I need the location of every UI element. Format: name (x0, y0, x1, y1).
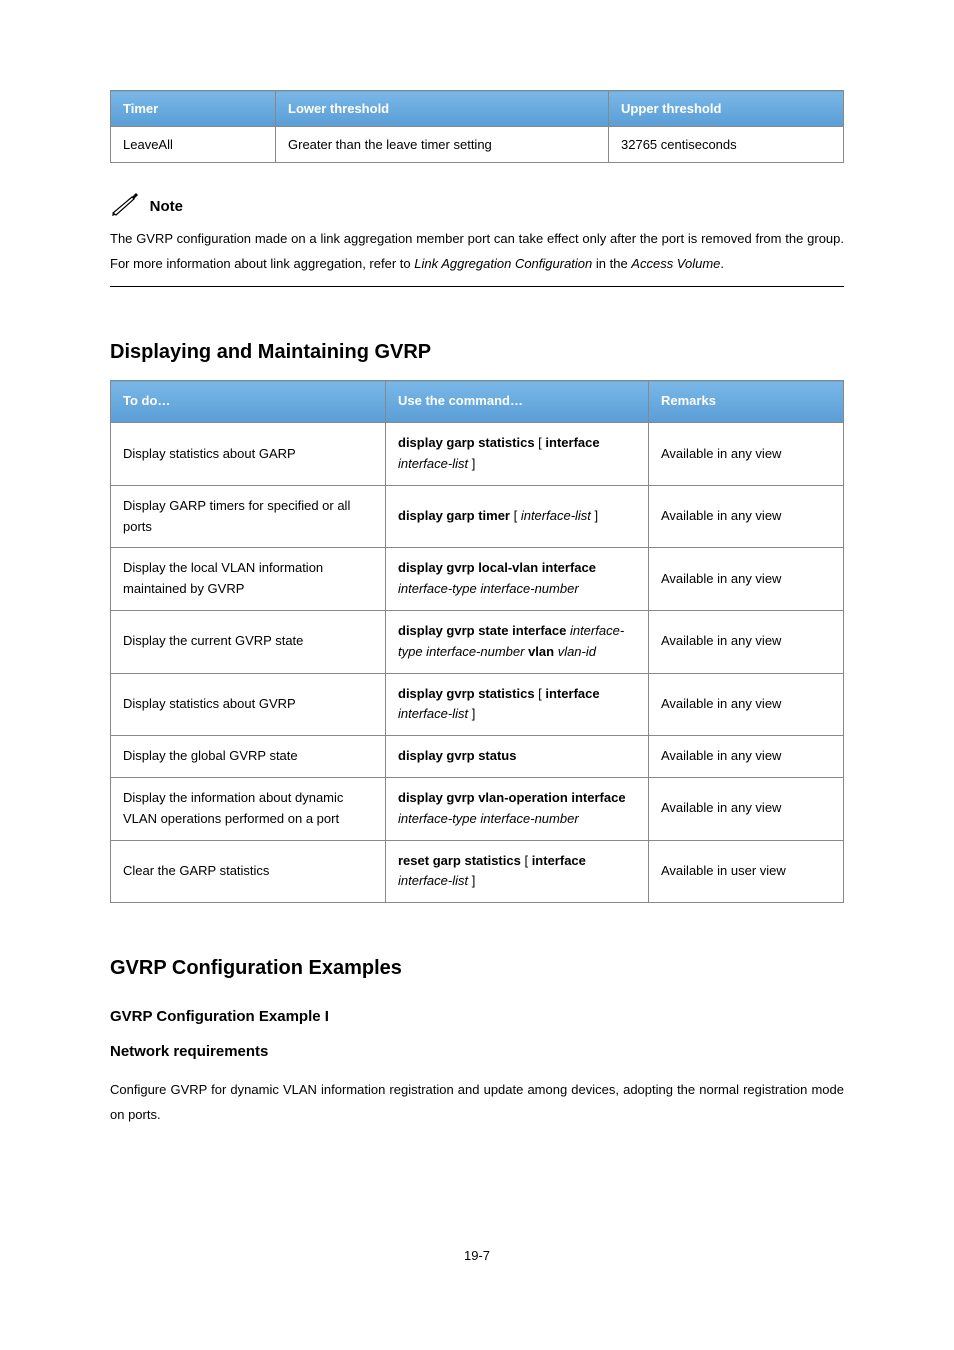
cmd-open: [ (510, 508, 521, 523)
th-remarks: Remarks (649, 381, 844, 423)
cell-todo: Display the global GVRP state (111, 736, 386, 778)
note-label: Note (150, 198, 183, 215)
cmd-bold: reset garp statistics (398, 853, 521, 868)
page-number: 19-7 (110, 1248, 844, 1263)
cell-command: display gvrp local-vlan interface interf… (386, 548, 649, 611)
cell-todo: Display statistics about GVRP (111, 673, 386, 736)
cmd-arg: interface-list (521, 508, 591, 523)
table-row: LeaveAll Greater than the leave timer se… (111, 127, 844, 163)
cmd-bold: display gvrp vlan-operation interface (398, 790, 626, 805)
cell-timer: LeaveAll (111, 127, 276, 163)
cell-todo: Display the current GVRP state (111, 610, 386, 673)
th-timer: Timer (111, 91, 276, 127)
cmd-close: ] (468, 706, 475, 721)
cmd-bold: display gvrp state interface (398, 623, 566, 638)
th-command: Use the command… (386, 381, 649, 423)
cell-remarks: Available in any view (649, 673, 844, 736)
cmd-bold: display garp statistics (398, 435, 535, 450)
note-text-4: . (720, 256, 724, 271)
body-paragraph: Configure GVRP for dynamic VLAN informat… (110, 1078, 844, 1127)
cmd-open: [ (521, 853, 532, 868)
cmd-bold: display garp timer (398, 508, 510, 523)
cell-remarks: Available in any view (649, 777, 844, 840)
table-row: Display the global GVRP state display gv… (111, 736, 844, 778)
note-divider (110, 286, 844, 287)
cell-lower: Greater than the leave timer setting (276, 127, 609, 163)
cmd-arg: interface-type interface-number (398, 581, 579, 596)
cell-remarks: Available in any view (649, 548, 844, 611)
table-row: Display statistics about GVRP display gv… (111, 673, 844, 736)
note-italic-2: Configuration (515, 256, 592, 271)
cell-todo: Display statistics about GARP (111, 423, 386, 486)
cmd-close: ] (468, 873, 475, 888)
cmd-arg: interface-list (398, 456, 468, 471)
heading-network-req: Network requirements (110, 1043, 844, 1060)
cmd-bold-2: interface (545, 686, 599, 701)
table-row: Display statistics about GARP display ga… (111, 423, 844, 486)
th-lower: Lower threshold (276, 91, 609, 127)
cmd-arg: interface-list (398, 873, 468, 888)
cell-remarks: Available in any view (649, 423, 844, 486)
note-italic-3: Access Volume (631, 256, 720, 271)
cell-command: display gvrp statistics [ interface inte… (386, 673, 649, 736)
table-row: Display the current GVRP state display g… (111, 610, 844, 673)
cell-command: display gvrp status (386, 736, 649, 778)
note-text-1: The GVRP configuration made on a link ag… (110, 231, 697, 246)
cmd-arg: interface-list (398, 706, 468, 721)
note-text-3: in the (592, 256, 631, 271)
cell-remarks: Available in any view (649, 610, 844, 673)
cell-command: display garp statistics [ interface inte… (386, 423, 649, 486)
cell-remarks: Available in any view (649, 485, 844, 548)
cmd-bold: display gvrp statistics (398, 686, 535, 701)
cell-command: reset garp statistics [ interface interf… (386, 840, 649, 903)
cell-remarks: Available in any view (649, 736, 844, 778)
cmd-close: ] (468, 456, 475, 471)
note-italic-1: Link Aggregation (414, 256, 511, 271)
cmd-bold: display gvrp status (398, 748, 516, 763)
cell-upper: 32765 centiseconds (609, 127, 844, 163)
heading-config-examples: GVRP Configuration Examples (110, 957, 844, 980)
cmd-close: ] (591, 508, 598, 523)
cmd-bold-2: vlan (524, 644, 554, 659)
heading-display-maintain: Displaying and Maintaining GVRP (110, 341, 844, 364)
cell-command: display gvrp state interface interface-t… (386, 610, 649, 673)
cell-remarks: Available in user view (649, 840, 844, 903)
cmd-open: [ (535, 435, 546, 450)
cmd-arg-2: vlan-id (554, 644, 596, 659)
table-row: Display the local VLAN information maint… (111, 548, 844, 611)
cmd-open: [ (535, 686, 546, 701)
cmd-bold: display gvrp local-vlan interface (398, 560, 596, 575)
cell-todo: Display GARP timers for specified or all… (111, 485, 386, 548)
table-row: Display the information about dynamic VL… (111, 777, 844, 840)
cell-todo: Display the information about dynamic VL… (111, 777, 386, 840)
note-body: The GVRP configuration made on a link ag… (110, 227, 844, 276)
cell-command: display garp timer [ interface-list ] (386, 485, 649, 548)
cmd-arg: interface-type interface-number (398, 811, 579, 826)
cell-todo: Display the local VLAN information maint… (111, 548, 386, 611)
table-row: Display GARP timers for specified or all… (111, 485, 844, 548)
heading-example-1: GVRP Configuration Example I (110, 1008, 844, 1025)
cell-command: display gvrp vlan-operation interface in… (386, 777, 649, 840)
cmd-bold-2: interface (545, 435, 599, 450)
th-upper: Upper threshold (609, 91, 844, 127)
timer-thresholds-table: Timer Lower threshold Upper threshold Le… (110, 90, 844, 163)
th-todo: To do… (111, 381, 386, 423)
table-row: Clear the GARP statistics reset garp sta… (111, 840, 844, 903)
note-block: Note The GVRP configuration made on a li… (110, 193, 844, 287)
cmd-bold-2: interface (532, 853, 586, 868)
command-table: To do… Use the command… Remarks Display … (110, 380, 844, 903)
note-icon (110, 193, 144, 217)
cell-todo: Clear the GARP statistics (111, 840, 386, 903)
